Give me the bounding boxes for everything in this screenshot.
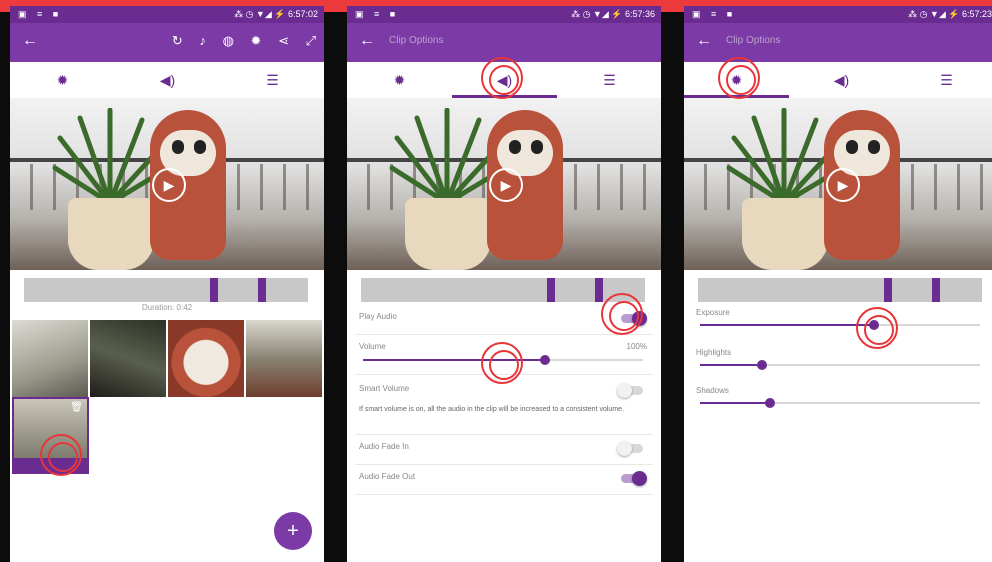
trim-timeline[interactable] — [361, 278, 645, 302]
annotation-circle — [856, 307, 898, 349]
screen-adjust-options: ▣ ≡ ■ ⁂ ◷ ▼◢ ⚡ 6:57:23 ← Clip Options ✹ … — [684, 6, 992, 562]
audio-fade-out-label: Audio Fade Out — [359, 472, 416, 481]
highlights-label: Highlights — [696, 348, 732, 357]
volume-value: 100% — [626, 342, 647, 351]
audio-fade-in-toggle[interactable] — [617, 441, 643, 456]
gear-icon[interactable]: ✹ — [251, 33, 262, 48]
clip-thumbnails — [10, 320, 324, 397]
back-arrow-icon[interactable]: ← — [696, 32, 712, 50]
share-icon[interactable]: ⋖ — [278, 33, 289, 48]
adjust-icon: ☰ — [940, 72, 953, 88]
status-time: ⁂ ◷ ▼◢ ⚡ 6:57:36 — [571, 9, 655, 19]
trash-icon[interactable]: 🗑 — [70, 402, 83, 413]
notification-icons: ▣ ≡ ■ — [355, 9, 400, 19]
smart-volume-description: If smart volume is on, all the audio in … — [359, 406, 624, 413]
music-note-icon[interactable]: ♪ — [199, 33, 206, 48]
audio-fade-in-label: Audio Fade In — [359, 442, 409, 451]
status-time: ⁂ ◷ ▼◢ ⚡ 6:57:23 — [908, 9, 992, 19]
divider — [355, 334, 653, 335]
clip-thumbnail[interactable] — [12, 320, 88, 397]
adjust-icon: ☰ — [266, 72, 279, 88]
annotation-circle — [481, 57, 523, 99]
notification-icons: ▣ ≡ ■ — [18, 9, 63, 19]
divider — [355, 494, 653, 495]
video-preview[interactable]: ▶ — [684, 98, 992, 270]
clip-thumbnail[interactable] — [246, 320, 322, 397]
shadows-slider[interactable] — [700, 398, 980, 408]
app-bar: ← Clip Options — [684, 23, 992, 62]
pot-image — [405, 198, 491, 270]
tab-audio[interactable]: ◀) — [115, 62, 220, 98]
screen-audio-options: ▣ ≡ ■ ⁂ ◷ ▼◢ ⚡ 6:57:36 ← Clip Options ✹ … — [347, 6, 661, 562]
back-arrow-icon[interactable]: ← — [22, 32, 38, 50]
tab-bar: ✹ ◀) ☰ — [10, 62, 324, 98]
app-bar: ← ↻ ♪ ◍ ✹ ⋖ ⤢ — [10, 23, 324, 62]
trim-end-handle[interactable] — [595, 278, 603, 302]
volume-icon: ◀) — [833, 72, 850, 88]
page-title: Clip Options — [726, 35, 781, 46]
play-icon[interactable]: ▶ — [826, 168, 860, 202]
trim-end-handle[interactable] — [258, 278, 266, 302]
divider — [355, 464, 653, 465]
volume-label: Volume — [359, 342, 386, 351]
clip-thumbnail[interactable] — [90, 320, 166, 397]
palette-icon[interactable]: ◍ — [223, 33, 234, 48]
tab-settings[interactable]: ✹ — [347, 62, 452, 98]
status-bar: ▣ ≡ ■ ⁂ ◷ ▼◢ ⚡ 6:57:02 — [10, 6, 324, 23]
pot-image — [742, 198, 828, 270]
tab-audio[interactable]: ◀) — [789, 62, 894, 98]
tab-adjust[interactable]: ☰ — [557, 62, 661, 98]
adjust-icon: ☰ — [603, 72, 616, 88]
tab-adjust[interactable]: ☰ — [220, 62, 324, 98]
play-audio-label: Play Audio — [359, 312, 397, 321]
exposure-slider[interactable] — [700, 320, 980, 330]
video-preview[interactable]: ▶ — [10, 98, 324, 270]
play-icon[interactable]: ▶ — [489, 168, 523, 202]
volume-icon: ◀) — [159, 72, 176, 88]
smart-volume-label: Smart Volume — [359, 384, 410, 393]
annotation-circle — [40, 434, 82, 476]
exposure-label: Exposure — [696, 308, 730, 317]
annotation-circle — [481, 342, 523, 384]
refresh-icon[interactable]: ↻ — [172, 33, 183, 48]
status-time: ⁂ ◷ ▼◢ ⚡ 6:57:02 — [234, 9, 318, 19]
screen-timeline: ▣ ≡ ■ ⁂ ◷ ▼◢ ⚡ 6:57:02 ← ↻ ♪ ◍ ✹ ⋖ ⤢ ✹ ◀… — [10, 6, 324, 562]
pot-image — [68, 198, 154, 270]
clip-thumbnail[interactable] — [168, 320, 244, 397]
trim-end-handle[interactable] — [932, 278, 940, 302]
fullscreen-icon[interactable]: ⤢ — [306, 33, 316, 48]
trim-start-handle[interactable] — [210, 278, 218, 302]
tab-adjust[interactable]: ☰ — [894, 62, 992, 98]
toolbar-actions: ↻ ♪ ◍ ✹ ⋖ ⤢ — [159, 33, 316, 49]
back-arrow-icon[interactable]: ← — [359, 32, 375, 50]
video-preview[interactable]: ▶ — [347, 98, 661, 270]
tab-settings[interactable]: ✹ — [10, 62, 115, 98]
smart-volume-toggle[interactable] — [617, 383, 643, 398]
shadows-label: Shadows — [696, 386, 729, 395]
annotation-circle — [601, 293, 643, 335]
status-bar: ▣ ≡ ■ ⁂ ◷ ▼◢ ⚡ 6:57:36 — [347, 6, 661, 23]
highlights-slider[interactable] — [700, 360, 980, 370]
status-bar: ▣ ≡ ■ ⁂ ◷ ▼◢ ⚡ 6:57:23 — [684, 6, 992, 23]
settings-icon: ✹ — [56, 72, 69, 88]
trim-start-handle[interactable] — [547, 278, 555, 302]
settings-icon: ✹ — [393, 72, 406, 88]
duration-label: Duration: 0:42 — [141, 303, 193, 312]
add-clip-button[interactable]: + — [274, 512, 312, 550]
page-title: Clip Options — [389, 35, 444, 46]
trim-timeline[interactable] — [24, 278, 308, 302]
trim-start-handle[interactable] — [884, 278, 892, 302]
play-icon[interactable]: ▶ — [152, 168, 186, 202]
annotation-circle — [718, 57, 760, 99]
trim-timeline[interactable] — [698, 278, 982, 302]
audio-fade-out-toggle[interactable] — [621, 471, 647, 486]
notification-icons: ▣ ≡ ■ — [692, 9, 737, 19]
divider — [355, 434, 653, 435]
